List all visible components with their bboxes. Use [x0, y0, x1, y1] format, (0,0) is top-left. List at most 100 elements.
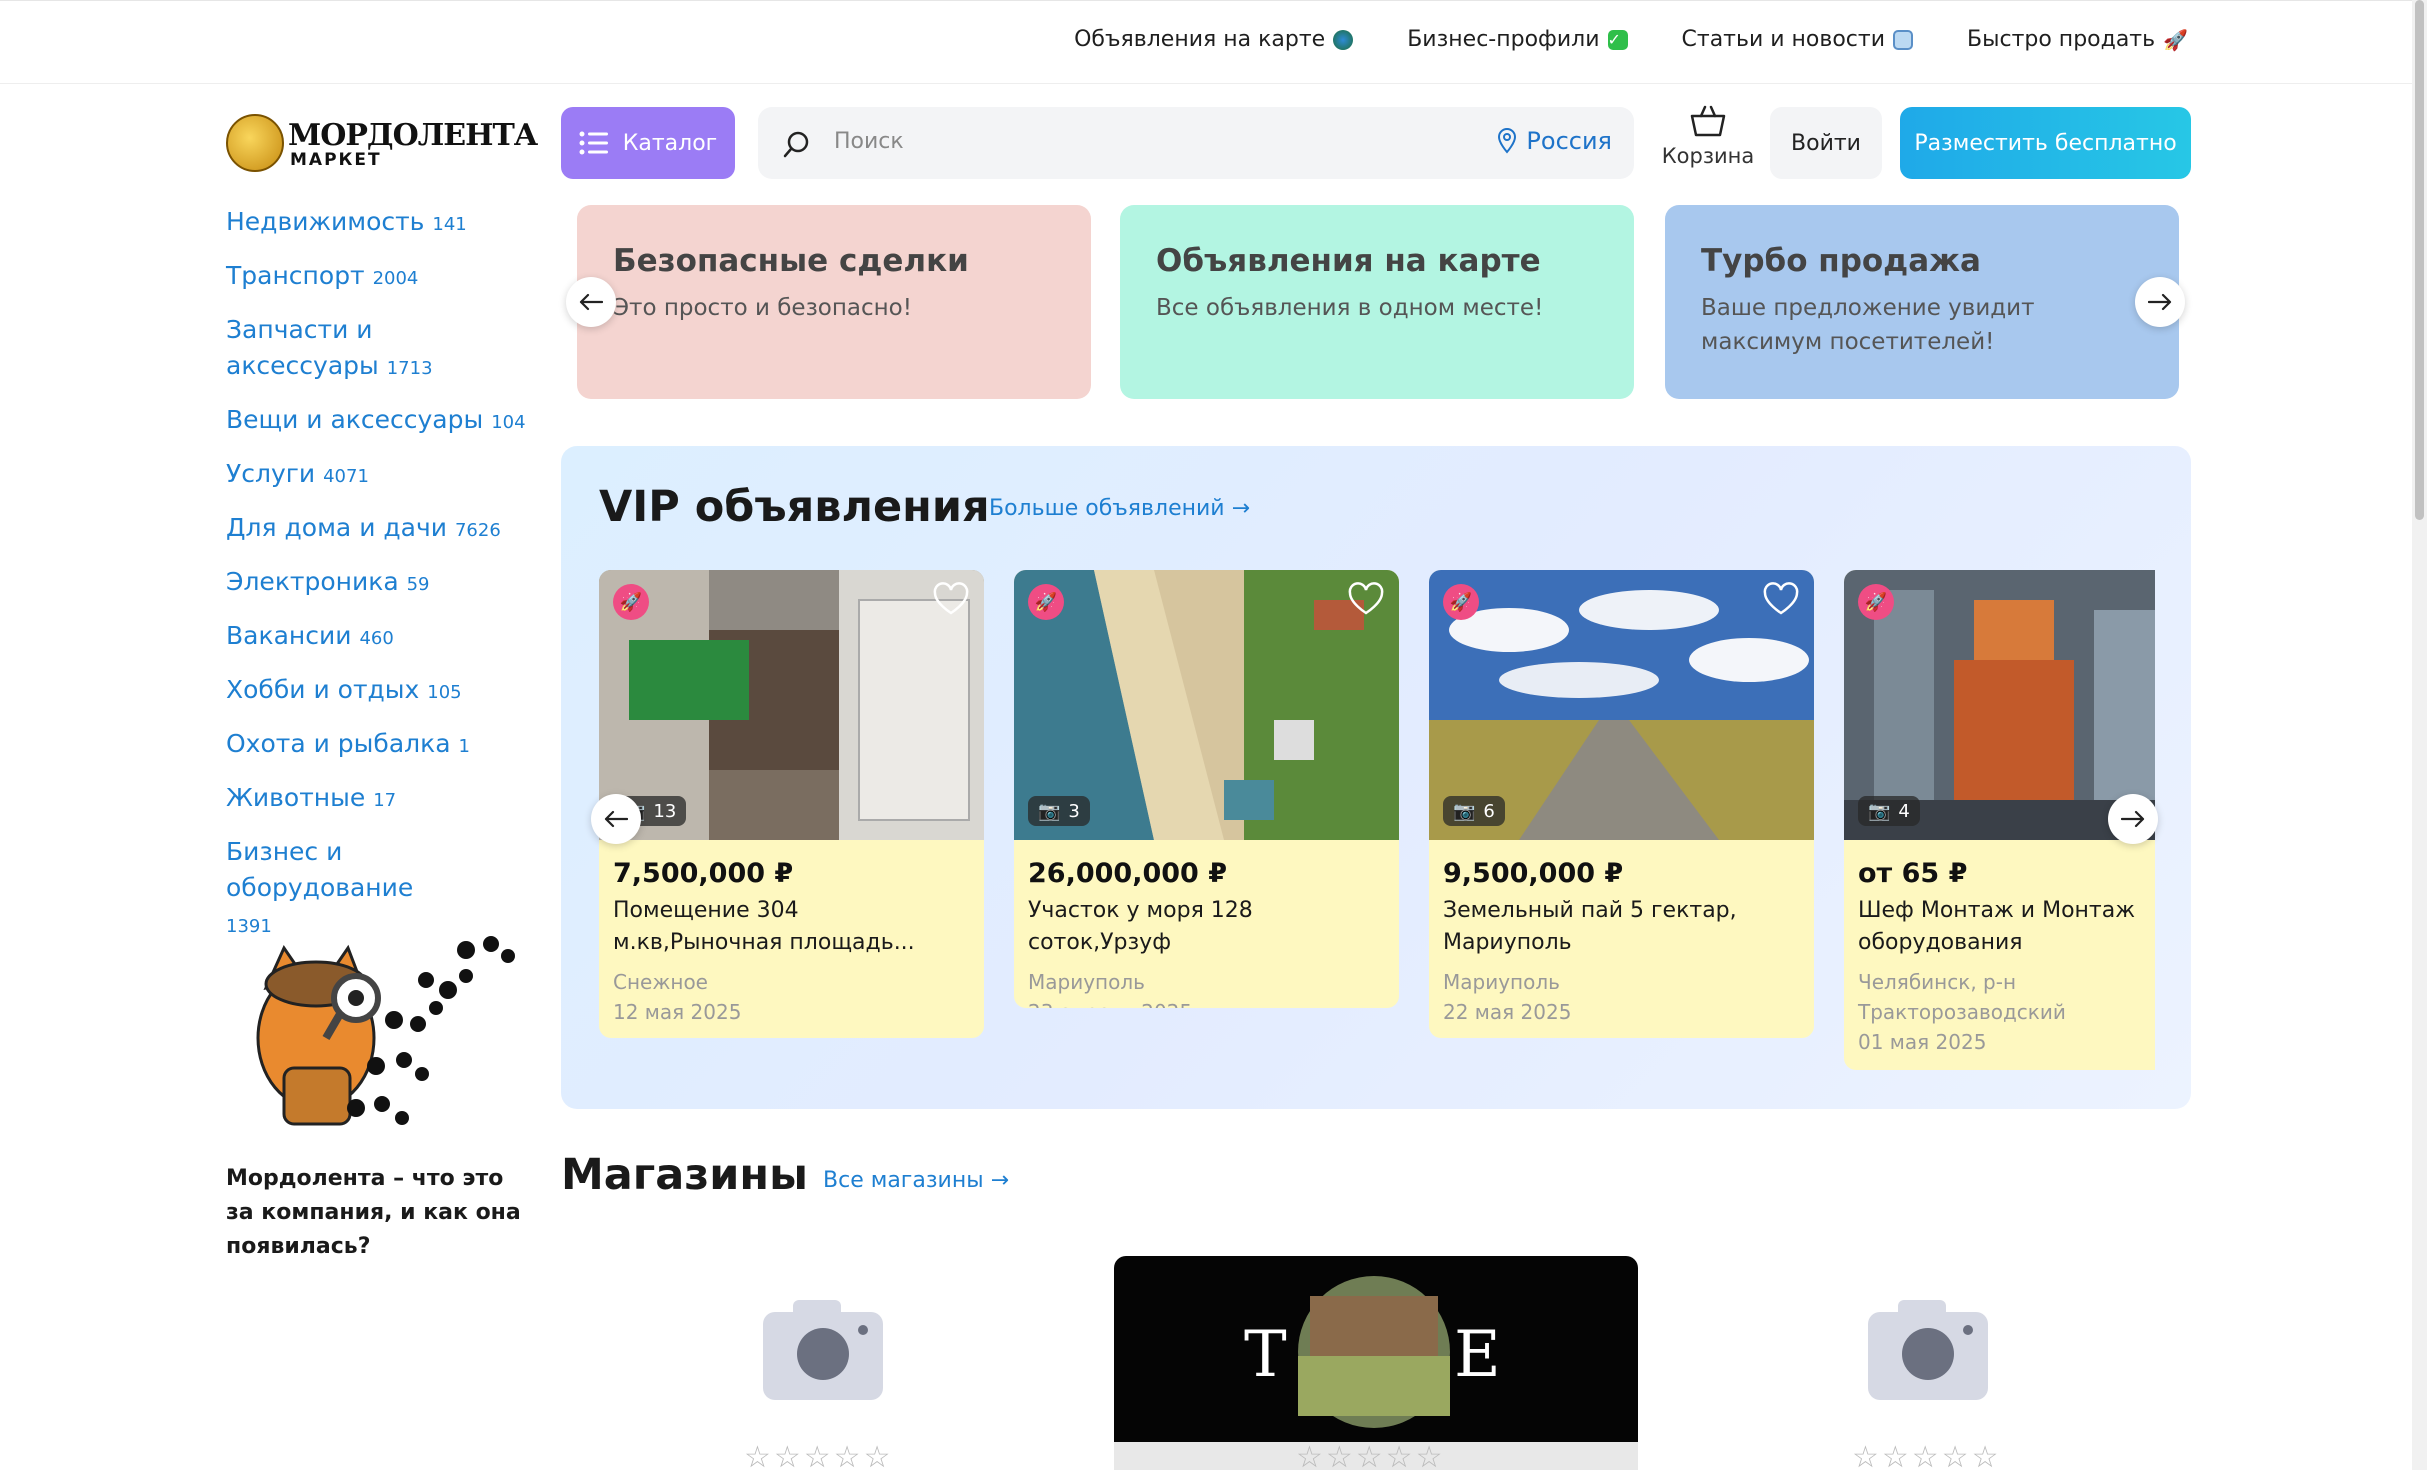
vip-title: VIP объявления [599, 482, 990, 532]
location-pin-icon [1498, 128, 1517, 154]
boost-rocket-icon: 🚀 [1028, 584, 1064, 620]
scrollbar-thumb[interactable] [2415, 0, 2424, 520]
vip-card[interactable]: 🚀 📷 3 26,000,000 ₽ Участок у моря 128 сот… [1014, 570, 1399, 1008]
banner-next-button[interactable] [2135, 277, 2185, 327]
banner-text: Все объявления в одном месте! [1156, 295, 1544, 321]
banner-title: Объявления на карте [1156, 243, 1541, 279]
photo-count-badge: 📷 4 [1858, 796, 1920, 826]
arrow-left-icon [604, 810, 628, 828]
category-label: Хобби и отдых [226, 675, 420, 704]
boost-rocket-icon: 🚀 [613, 584, 649, 620]
card-date: 12 мая 2025 [613, 1000, 742, 1024]
cart-button[interactable]: Корзина [1660, 104, 1756, 184]
category-count: 1713 [386, 358, 433, 379]
category-label: Для дома и дачи [226, 513, 448, 542]
boost-rocket-icon: 🚀 [1858, 584, 1894, 620]
logo-title: МОРДОЛЕНТА [288, 118, 538, 153]
favorite-heart-icon[interactable] [1762, 582, 1800, 616]
cart-label: Корзина [1661, 144, 1755, 168]
card-title[interactable]: Земельный пай 5 гектар, Мариуполь [1443, 895, 1800, 959]
card-price: 9,500,000 ₽ [1443, 858, 1624, 889]
post-ad-button[interactable]: Разместить бесплатно [1900, 107, 2191, 179]
sidebar-item-hobby[interactable]: Хобби и отдых 105 [226, 672, 526, 711]
banner-prev-button[interactable] [566, 277, 616, 327]
banner-text: Ваше предложение увидит максимум посетит… [1701, 295, 2035, 355]
banner-safe-deals[interactable]: Безопасные сделки Это просто и безопасно… [577, 205, 1091, 399]
vip-next-button[interactable] [2108, 794, 2158, 844]
vip-prev-button[interactable] [591, 794, 641, 844]
promo-article-link[interactable]: Мордолента – что это за компания, и как … [226, 1162, 526, 1264]
logo-subtitle: МАРКЕТ [290, 150, 382, 170]
shop-placeholder-camera-icon[interactable] [761, 1296, 885, 1404]
sidebar-item-animals[interactable]: Животные 17 [226, 780, 526, 819]
catalog-button[interactable]: Каталог [561, 107, 735, 179]
favorite-heart-icon[interactable] [1347, 582, 1385, 616]
card-date: 22 мая 2025 [1443, 1000, 1572, 1024]
top-link-business[interactable]: Бизнес-профили ✓ [1407, 27, 1628, 52]
category-count: 141 [432, 214, 467, 235]
card-price: от 65 ₽ [1858, 858, 1968, 889]
banner-turbo[interactable]: Турбо продажа Ваше предложение увидит ма… [1665, 205, 2179, 399]
category-count: 4071 [323, 466, 369, 487]
category-count: 460 [359, 628, 394, 649]
boost-rocket-icon: 🚀 [1443, 584, 1479, 620]
rocket-icon: 🚀 [2163, 27, 2188, 52]
category-count: 105 [427, 682, 462, 703]
shop-card-vest[interactable]: T E [1114, 1256, 1638, 1470]
category-label: Вещи и аксессуары [226, 405, 484, 434]
page-scrollbar[interactable] [2412, 0, 2427, 1470]
sidebar-item-real-estate[interactable]: Недвижимость 141 [226, 204, 526, 243]
search-bar[interactable]: Поиск Россия [758, 107, 1634, 179]
card-price: 26,000,000 ₽ [1028, 858, 1227, 889]
sidebar-item-transport[interactable]: Транспорт 2004 [226, 258, 526, 297]
photo-count: 4 [1898, 800, 1910, 822]
shop-rating-stars: ☆☆☆☆☆ [1852, 1440, 2002, 1470]
card-title[interactable]: Шеф Монтаж и Монтаж оборудования [1858, 895, 2155, 959]
card-date: 01 мая 2025 [1858, 1030, 1987, 1054]
shop-logo-image: T E [1114, 1276, 1638, 1470]
card-price: 7,500,000 ₽ [613, 858, 794, 889]
sidebar-item-things[interactable]: Вещи и аксессуары 104 [226, 402, 526, 441]
favorite-heart-icon[interactable] [932, 582, 970, 616]
list-icon [579, 131, 608, 155]
sidebar-item-parts[interactable]: Запчасти и аксессуары 1713 [226, 312, 436, 387]
card-title[interactable]: Помещение 304 м.кв,Рыночная площадь... [613, 895, 970, 959]
top-link-articles[interactable]: Статьи и новости [1682, 27, 1914, 52]
book-icon [1893, 29, 1914, 50]
shops-all-link[interactable]: Все магазины → [823, 1168, 1009, 1193]
sidebar-item-services[interactable]: Услуги 4071 [226, 456, 526, 495]
category-label: Транспорт [226, 261, 365, 290]
mascot-detective-cat-image[interactable] [226, 928, 518, 1136]
login-button[interactable]: Войти [1770, 107, 1882, 179]
top-link-map-label: Объявления на карте [1074, 27, 1326, 52]
sidebar-item-electronics[interactable]: Электроника 59 [226, 564, 526, 603]
photo-count-badge: 📷 3 [1028, 796, 1090, 826]
site-logo[interactable]: МОРДОЛЕНТА МАРКЕТ [226, 112, 538, 174]
top-link-map[interactable]: Объявления на карте [1074, 27, 1354, 52]
arrow-right-icon [2121, 810, 2145, 828]
category-count: 7626 [454, 520, 501, 541]
search-input[interactable]: Поиск [834, 129, 904, 154]
sidebar-item-home[interactable]: Для дома и дачи 7626 [226, 510, 526, 549]
banner-text: Это просто и безопасно! [613, 295, 912, 321]
banner-map[interactable]: Объявления на карте Все объявления в одн… [1120, 205, 1634, 399]
location-selector[interactable]: Россия [1498, 127, 1612, 155]
card-title[interactable]: Участок у моря 128 соток,Урзуф [1028, 895, 1385, 959]
sidebar-item-hunting[interactable]: Охота и рыбалка 1 [226, 726, 526, 765]
category-count: 2004 [372, 268, 419, 289]
shop-placeholder-camera-icon[interactable] [1866, 1296, 1990, 1404]
vip-more-link[interactable]: Больше объявлений → [989, 496, 1250, 521]
catalog-button-label: Каталог [622, 130, 718, 156]
location-label: Россия [1526, 127, 1612, 155]
vip-card[interactable]: 🚀 📷13 7,500,000 ₽ Помещение 304 м.кв,Рын… [599, 570, 984, 1038]
shop-rating-stars: ☆☆☆☆☆ [1296, 1440, 1446, 1470]
vip-card[interactable]: 🚀 📷 6 9,500,000 ₽ Земельный пай 5 гектар,… [1429, 570, 1814, 1038]
sidebar-item-jobs[interactable]: Вакансии 460 [226, 618, 526, 657]
vip-section: VIP объявления Больше объявлений → 🚀 📷13 [561, 446, 2191, 1109]
top-link-business-label: Бизнес-профили [1407, 27, 1600, 52]
globe-icon [1333, 29, 1354, 50]
search-icon [783, 131, 809, 158]
photo-count-badge: 📷 6 [1443, 796, 1505, 826]
top-link-sell[interactable]: Быстро продать 🚀 [1967, 27, 2188, 52]
svg-text:T: T [1244, 1318, 1287, 1392]
